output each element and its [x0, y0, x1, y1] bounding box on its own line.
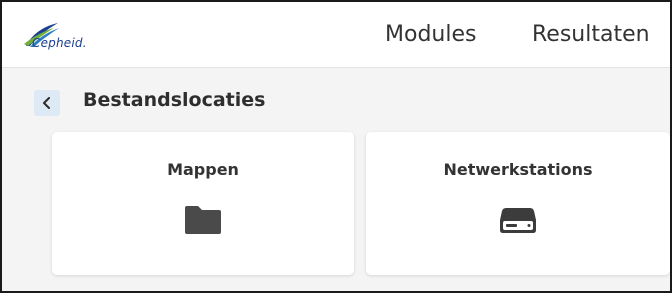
card-folders[interactable]: Mappen [52, 132, 354, 275]
page-title: Bestandslocaties [83, 89, 266, 111]
chevron-left-icon [43, 97, 50, 109]
nav-results[interactable]: Resultaten [532, 22, 650, 47]
nav-modules[interactable]: Modules [385, 22, 476, 47]
card-network-drives-label: Netwerkstations [443, 160, 593, 179]
top-bar: Cepheid. Modules Resultaten [2, 2, 670, 68]
cepheid-logo[interactable]: Cepheid. [24, 22, 144, 58]
app-window: Cepheid. Modules Resultaten Bestandsloca… [0, 0, 672, 293]
back-button[interactable] [34, 90, 60, 116]
logo-text: Cepheid. [32, 36, 87, 50]
folder-icon [185, 206, 221, 234]
card-network-drives[interactable]: Netwerkstations [366, 132, 670, 275]
main-content: Bestandslocaties Mappen Netwerkstations [2, 68, 670, 291]
card-folders-label: Mappen [167, 160, 239, 179]
network-drive-icon [500, 208, 536, 233]
